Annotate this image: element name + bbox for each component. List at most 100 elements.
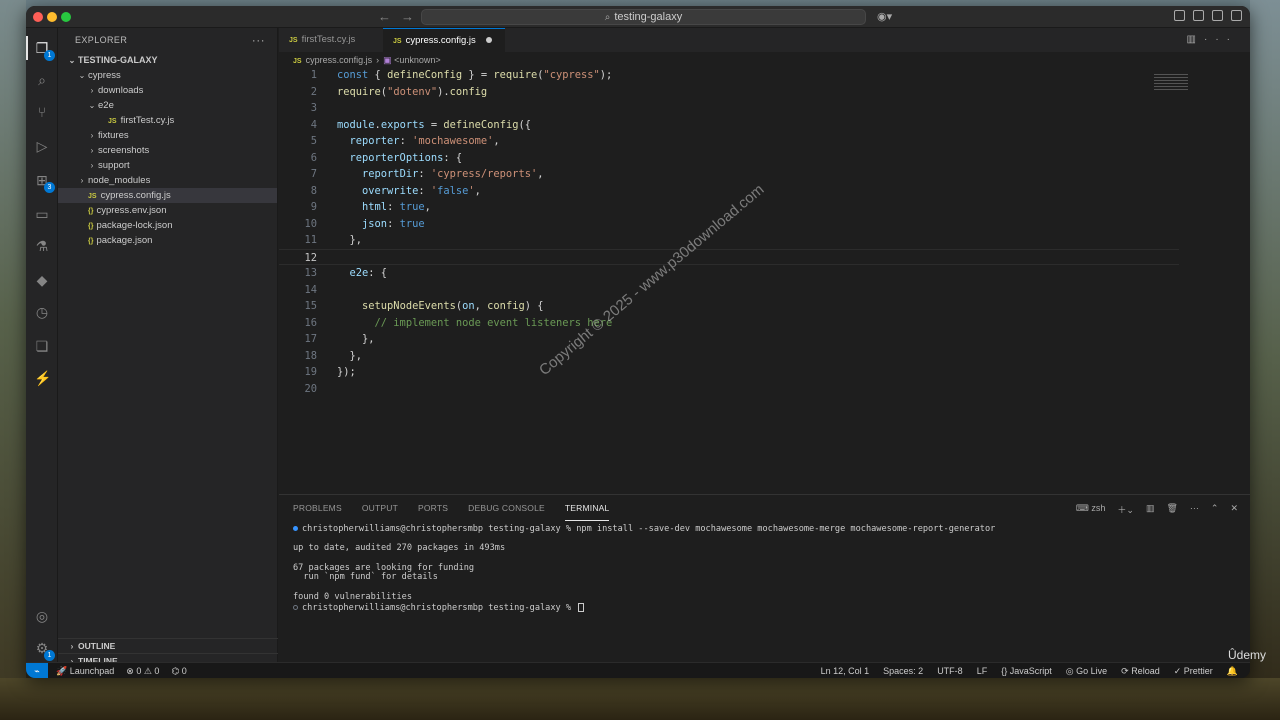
split-terminal-icon[interactable]: ▥ xyxy=(1146,503,1155,516)
tree-item[interactable]: {} package-lock.json xyxy=(58,218,277,233)
code-line[interactable]: 6 reporterOptions: { xyxy=(279,150,1179,167)
command-decoration-icon[interactable] xyxy=(293,526,298,531)
outline-section[interactable]: › OUTLINE xyxy=(58,638,278,653)
more-actions-icon[interactable]: ··· xyxy=(1204,34,1238,45)
code-line[interactable]: 12 xyxy=(279,248,1179,265)
panel-tab-debug-console[interactable]: DEBUG CONSOLE xyxy=(468,495,545,521)
code-editor[interactable]: 1 const { defineConfig } = require("cypre… xyxy=(279,67,1179,397)
js-file-icon: JS xyxy=(293,58,302,65)
thunder-client-icon[interactable]: ⚡ xyxy=(34,370,51,386)
code-line[interactable]: 18 }, xyxy=(279,348,1179,365)
line-number: 11 xyxy=(304,234,317,246)
tab-first-test[interactable]: JS firstTest.cy.js xyxy=(279,28,381,52)
status-bar: ⌁ 🚀 Launchpad ⊗ 0 ⚠ 0 ⌬ 0 Ln 12, Col 1 S… xyxy=(26,662,1250,678)
copilot-icon[interactable]: ◉▾ xyxy=(877,10,892,23)
toggle-panel-icon[interactable] xyxy=(1212,10,1223,21)
tree-item[interactable]: JS cypress.config.js xyxy=(58,188,277,203)
end-of-line[interactable]: LF xyxy=(977,663,988,678)
indentation[interactable]: Spaces: 2 xyxy=(883,663,923,678)
code-line[interactable]: 15 setupNodeEvents(on, config) { xyxy=(279,298,1179,315)
code-line[interactable]: 19}); xyxy=(279,364,1179,381)
source-control-icon[interactable]: ⑂ xyxy=(34,104,50,120)
layout-custom-icon[interactable] xyxy=(1174,10,1185,21)
tree-item[interactable]: › downloads xyxy=(58,83,277,98)
chevron-right-icon: › xyxy=(376,55,380,65)
minimize-window-button[interactable] xyxy=(47,12,57,22)
close-window-button[interactable] xyxy=(33,12,43,22)
chevron-right-icon: › xyxy=(90,86,94,95)
cursor-position[interactable]: Ln 12, Col 1 xyxy=(821,663,870,678)
toggle-sidebar-icon[interactable] xyxy=(1193,10,1204,21)
toggle-secondary-sidebar-icon[interactable] xyxy=(1231,10,1242,21)
code-line[interactable]: 3 xyxy=(279,100,1179,117)
code-line[interactable]: 13 e2e: { xyxy=(279,265,1179,282)
search-icon[interactable]: ⌕ xyxy=(34,72,50,88)
breadcrumb-file[interactable]: cypress.config.js xyxy=(306,55,373,65)
language-mode[interactable]: {} JavaScript xyxy=(1001,663,1052,678)
tree-item[interactable]: {} cypress.env.json xyxy=(58,203,277,218)
code-line[interactable]: 2 require("dotenv").config xyxy=(279,84,1179,101)
code-line[interactable]: 14 xyxy=(279,282,1179,299)
more-actions-icon[interactable]: ··· xyxy=(1190,503,1199,516)
testing-icon[interactable]: ⚗ xyxy=(34,238,50,254)
close-panel-icon[interactable]: ✕ xyxy=(1230,503,1238,516)
reload-button[interactable]: ⟳ Reload xyxy=(1121,663,1160,678)
problems-item[interactable]: ⊗ 0 ⚠ 0 xyxy=(126,663,159,678)
tree-item[interactable]: ⌄ e2e xyxy=(58,98,277,113)
tree-item[interactable]: › fixtures xyxy=(58,128,277,143)
run-debug-icon[interactable]: ▷ xyxy=(34,138,50,154)
tab-cypress-config[interactable]: JS cypress.config.js xyxy=(383,28,505,52)
code-line[interactable]: 16 // implement node event listeners her… xyxy=(279,315,1179,332)
code-line[interactable]: 7 reportDir: 'cypress/reports', xyxy=(279,166,1179,183)
account-icon[interactable]: ◎ xyxy=(34,608,50,624)
remote-indicator-icon[interactable]: ⌁ xyxy=(26,663,48,678)
bottom-panel: PROBLEMS OUTPUT PORTS DEBUG CONSOLE TERMINAL… xyxy=(279,494,1250,662)
code-line[interactable]: 8 overwrite: 'false', xyxy=(279,183,1179,200)
code-line[interactable]: 20 xyxy=(279,381,1179,398)
breadcrumb-symbol[interactable]: <unknown> xyxy=(394,55,441,65)
back-arrow-icon[interactable]: ← xyxy=(378,9,401,24)
command-center-search[interactable]: ⌕ testing-galaxy xyxy=(421,9,866,25)
maximize-panel-icon[interactable]: ⌃ xyxy=(1211,503,1219,516)
tree-item[interactable]: ⌄ cypress xyxy=(58,68,277,83)
unsaved-dot-icon[interactable] xyxy=(485,37,492,44)
tree-item[interactable]: › node_modules xyxy=(58,173,277,188)
terminal-output[interactable]: christopherwilliams@christophersmbp test… xyxy=(293,524,995,612)
tree-item[interactable]: › screenshots xyxy=(58,143,277,158)
code-line[interactable]: 5 reporter: 'mochawesome', xyxy=(279,133,1179,150)
docker-icon[interactable]: ◆ xyxy=(34,272,50,288)
remote-explorer-icon[interactable]: ▭ xyxy=(34,206,50,222)
panel-tab-problems[interactable]: PROBLEMS xyxy=(293,495,342,521)
copy-icon[interactable]: ❏ xyxy=(34,338,50,354)
tree-item[interactable]: {} package.json xyxy=(58,233,277,248)
go-live-button[interactable]: ◎ Go Live xyxy=(1066,663,1107,678)
code-line[interactable]: 17 }, xyxy=(279,331,1179,348)
notifications-bell-icon[interactable]: 🔔 xyxy=(1227,663,1238,678)
minimap[interactable] xyxy=(1154,74,1188,92)
terminal-shell[interactable]: ⌨ zsh xyxy=(1076,503,1106,516)
timeline-history-icon[interactable]: ◷ xyxy=(34,304,50,320)
code-line[interactable]: 11 }, xyxy=(279,232,1179,249)
new-terminal-icon[interactable]: ＋⌄ xyxy=(1117,503,1134,516)
workspace-root[interactable]: ⌄ TESTING-GALAXY xyxy=(58,52,277,68)
desktop-background-left xyxy=(0,0,26,720)
panel-tab-terminal[interactable]: TERMINAL xyxy=(564,495,610,521)
code-line[interactable]: 1 const { defineConfig } = require("cypre… xyxy=(279,67,1179,84)
explorer-sidebar: EXPLORER ··· ⌄ TESTING-GALAXY ⌄ cypress › do… xyxy=(58,28,278,666)
launchpad-item[interactable]: 🚀 Launchpad xyxy=(56,663,114,678)
trash-icon[interactable]: 🗑 xyxy=(1166,503,1177,516)
prettier-button[interactable]: ✓ Prettier xyxy=(1174,663,1213,678)
command-decoration-icon[interactable] xyxy=(293,604,298,610)
ports-item[interactable]: ⌬ 0 xyxy=(171,663,186,678)
tree-item[interactable]: › support xyxy=(58,158,277,173)
json-file-icon: {} xyxy=(88,238,94,245)
more-actions-icon[interactable]: ··· xyxy=(252,28,265,52)
terminal-cursor xyxy=(578,602,585,612)
encoding[interactable]: UTF-8 xyxy=(937,663,963,678)
code-line[interactable]: 4 module.exports = defineConfig({ xyxy=(279,117,1179,134)
split-editor-icon[interactable]: ▥ xyxy=(1187,34,1204,45)
panel-tab-ports[interactable]: PORTS xyxy=(418,495,448,521)
panel-tab-output[interactable]: OUTPUT xyxy=(362,495,398,521)
zoom-window-button[interactable] xyxy=(61,12,71,22)
tree-item[interactable]: JS firstTest.cy.js xyxy=(58,113,277,128)
